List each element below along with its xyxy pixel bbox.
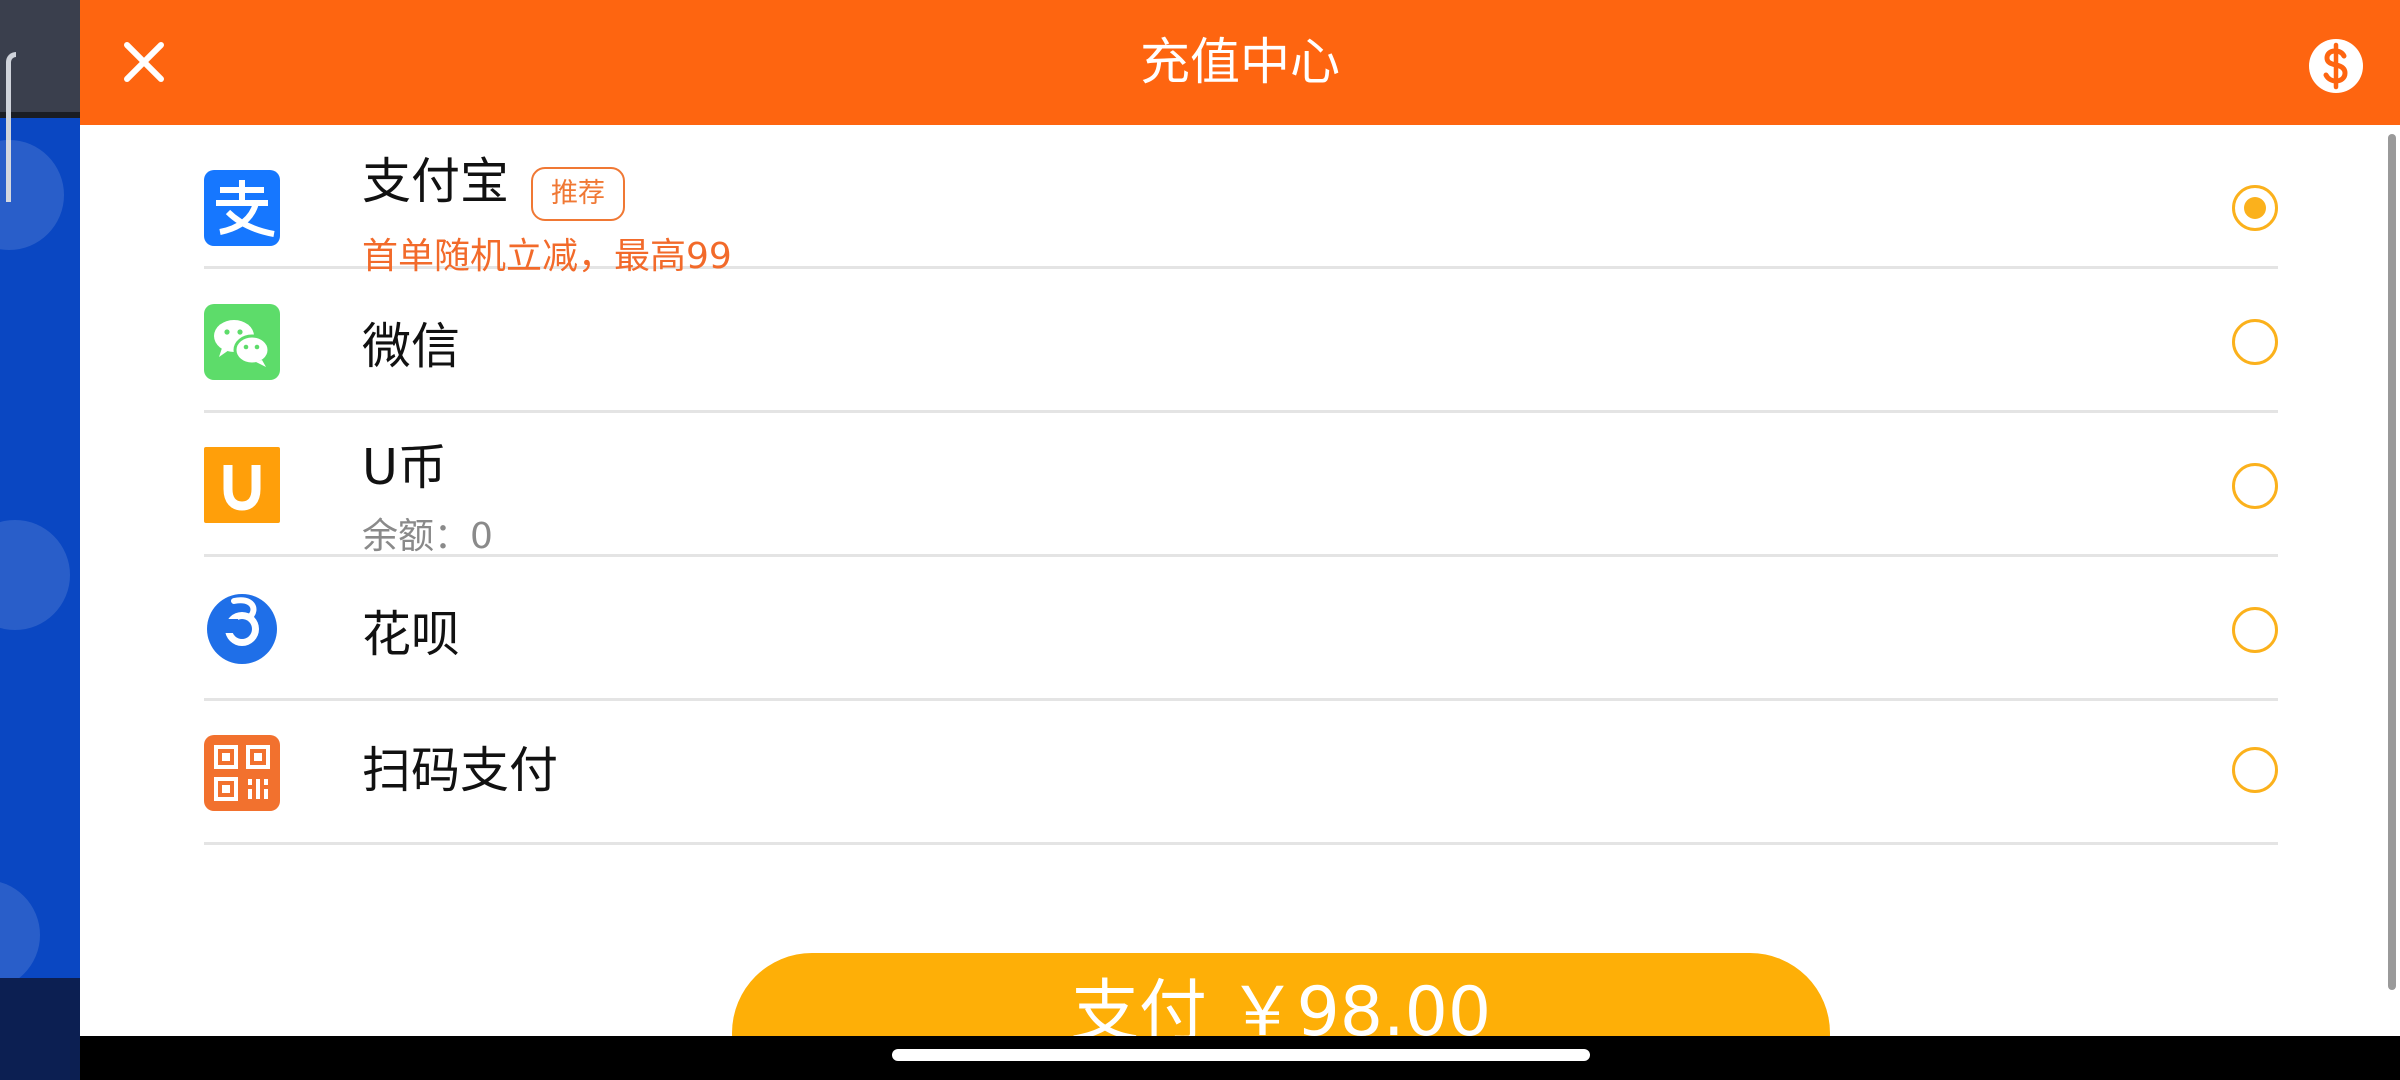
payment-option-alipay[interactable]: 支付宝 推荐 首单随机立减，最高99 [204,125,2278,277]
radio-dot [2244,197,2266,219]
background-bottom-bar [0,978,80,1080]
payment-method-list: 支付宝 推荐 首单随机立减，最高99 微信 U币 余额：0 花呗 扫码支付 [204,125,2278,845]
radio-unselected[interactable] [2232,607,2278,653]
payment-name: 花呗 [362,606,461,663]
qr-code-icon [204,735,280,811]
page-title: 充值中心 [1140,33,1340,91]
radio-selected[interactable] [2232,185,2278,231]
payment-option-wechat[interactable]: 微信 [204,269,2278,413]
scrollbar[interactable] [2388,134,2396,990]
payment-option-ucoin[interactable]: U币 余额：0 [204,413,2278,557]
huabei-icon [204,589,280,665]
close-button[interactable] [114,32,174,92]
payment-name: U币 [362,439,447,496]
background-game-strip [0,0,80,1080]
radio-unselected[interactable] [2232,747,2278,793]
payment-name: 支付宝 [362,153,510,210]
ucoin-icon [204,447,280,523]
recommend-badge: 推荐 [531,166,626,221]
radio-unselected[interactable] [2232,319,2278,365]
home-indicator[interactable] [892,1049,1590,1061]
payment-option-text: 微信 [362,307,460,378]
screen: 充值中心 支付宝 推荐 首单随机立减，最高99 微信 U币 余额：0 花呗 扫码… [0,0,2400,1080]
wechat-icon [204,304,280,380]
payment-option-text: 支付宝 推荐 首单随机立减，最高99 [362,142,732,279]
background-skull-decoration [0,140,64,250]
background-skull-decoration [0,520,70,630]
coin-button[interactable] [2306,36,2366,96]
payment-option-text: 花呗 [362,595,460,666]
background-skull-decoration [0,880,40,990]
header-bar: 充值中心 [80,0,2400,125]
recharge-dialog: 充值中心 支付宝 推荐 首单随机立减，最高99 微信 U币 余额：0 花呗 扫码… [80,0,2400,1036]
pay-button[interactable]: 支付 ￥98.00 [732,953,1830,1036]
radio-unselected[interactable] [2232,463,2278,509]
dollar-coin-icon [2309,39,2363,93]
balance-text: 余额：0 [362,516,493,557]
payment-name: 扫码支付 [362,742,559,799]
alipay-icon [204,170,280,246]
payment-option-text: 扫码支付 [362,731,558,802]
payment-option-text: U币 余额：0 [362,428,493,559]
payment-name: 微信 [362,318,461,375]
close-icon [124,42,164,82]
payment-option-huabei[interactable]: 花呗 [204,557,2278,701]
payment-option-qr-code[interactable]: 扫码支付 [204,701,2278,845]
